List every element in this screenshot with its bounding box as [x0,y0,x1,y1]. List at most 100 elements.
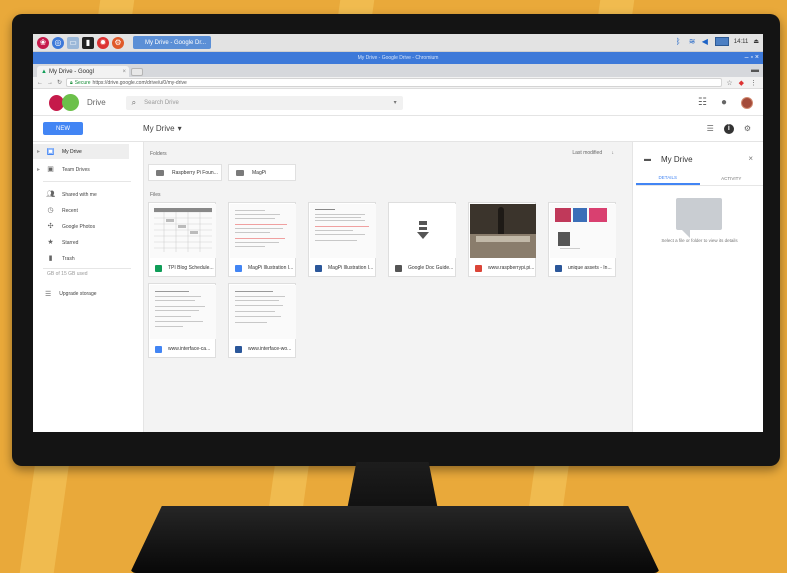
breadcrumb[interactable]: My Drive ▾ [143,124,182,133]
sidebar-item-trash[interactable]: ▮ Trash [33,251,129,266]
file-card[interactable]: www.interface-ca... [148,283,216,358]
sort-arrow-icon: ↓ [611,150,615,156]
sidebar-item-label: Recent [62,207,78,214]
tab-details[interactable]: DETAILS [636,172,700,185]
forward-icon[interactable]: → [47,80,53,86]
word-icon [235,345,242,353]
team-drives-icon: ▣ [47,166,54,173]
file-name: www.interface-wo... [248,346,292,352]
wifi-icon[interactable]: ≋ [689,37,697,46]
apps-grid-icon[interactable]: ☷ [698,97,707,108]
monitor-screen: ❀ ◎ ▭ ▮ ✹ ⚙ My Drive - Google Dr... ᛒ ≋ … [33,34,763,432]
folder-name: Raspberry Pi Foun... [172,169,218,176]
folder-item[interactable]: MagPi [228,164,296,181]
taskbar-window-button[interactable]: My Drive - Google Dr... [133,36,211,49]
file-thumbnail [230,285,296,339]
folder-item[interactable]: Raspberry Pi Foun... [148,164,222,181]
view-actions: ☰ i ⚙ [707,123,751,134]
file-label: unique assets - In... [549,259,617,277]
sidebar-item-photos[interactable]: ✣ Google Photos [33,219,129,234]
new-tab-button[interactable] [131,68,143,76]
file-thumbnail [310,204,376,258]
back-icon[interactable]: ← [37,80,43,86]
clock-icon: ◷ [47,207,54,214]
drive-folder-icon: ▬ [644,156,651,163]
file-thumbnail [550,204,616,258]
new-button[interactable]: NEW [43,122,83,135]
window-controls[interactable]: – ▫ × [745,52,759,64]
reload-icon[interactable]: ↻ [57,79,62,86]
search-options-icon[interactable]: ▾ [394,99,397,106]
location-label: My Drive [143,124,175,133]
file-card[interactable]: TPI Blog Schedule... [148,202,216,277]
tab-activity[interactable]: ACTIVITY [700,172,764,185]
trash-icon: ▮ [48,255,53,262]
file-label: MagPi Illustration I... [229,259,297,277]
sidebar-item-recent[interactable]: ◷ Recent [33,203,129,218]
raspberry-menu-icon[interactable]: ❀ [37,36,49,49]
expand-arrow-icon[interactable]: ▸ [37,166,40,173]
os-taskbar: ❀ ◎ ▭ ▮ ✹ ⚙ My Drive - Google Dr... ᛒ ≋ … [33,34,763,52]
browser-launcher-icon[interactable]: ◎ [52,36,64,49]
eject-icon[interactable]: ⏏ [753,38,759,45]
close-tab-icon[interactable]: × [122,69,126,75]
url-field[interactable]: 🔒︎ Secure https://drive.google.com/drive… [66,78,723,87]
drive-toolbar: NEW My Drive ▾ ☰ i ⚙ [33,116,763,142]
file-manager-icon[interactable]: ▭ [67,36,79,49]
file-name: unique assets - In... [568,265,612,271]
window-title: My Drive - Google Drive - Chromium [357,55,439,61]
lock-icon: 🔒︎ [70,79,73,86]
sort-dropdown[interactable]: Last modified ↓ [572,150,614,156]
search-icon: ⌕ [131,97,137,107]
avatar[interactable] [741,96,753,109]
docs-icon [235,264,242,272]
wolfram-icon[interactable]: ⚙ [112,36,124,49]
spreadsheet-preview [154,208,212,252]
file-browser: Folders Last modified ↓ Raspberry Pi Fou… [143,142,633,432]
settings-gear-icon[interactable]: ⚙ [744,124,751,133]
expand-arrow-icon[interactable]: ▸ [37,148,40,155]
details-tabs: DETAILS ACTIVITY [636,172,763,186]
file-card[interactable]: MagPi Illustration I... [228,202,296,277]
sidebar-item-my-drive[interactable]: ▸ ▣ My Drive [33,144,129,159]
search-input[interactable]: ⌕ Search Drive ▾ [125,95,403,110]
system-tray: ᛒ ≋ ◀ 14:11 ⏏ [676,37,759,46]
docs-icon [155,345,162,353]
chrome-menu-icon[interactable]: ⋮ [750,79,757,87]
sidebar-item-shared[interactable]: 👥︎ Shared with me [33,187,129,202]
browser-toolbar: ☆ ◆ ⋮ [726,79,763,87]
sort-label: Last modified [572,150,603,156]
download-icon [417,221,429,239]
app-name: Drive [87,98,106,107]
empty-state-message: Select a file or folder to view its deta… [661,238,738,243]
file-card[interactable]: Google Doc Guide... [388,202,456,277]
extension-icon[interactable]: ◆ [739,79,744,87]
info-icon[interactable]: i [723,123,734,134]
terminal-icon[interactable]: ▮ [82,36,94,49]
file-name: MagPi Illustration I... [248,265,294,271]
volume-icon[interactable]: ◀ [702,37,710,46]
list-view-icon[interactable]: ☰ [707,124,714,133]
mathematica-icon[interactable]: ✹ [97,36,109,49]
raspberry-pi-logo[interactable] [49,93,79,113]
drive-header: Drive ⌕ Search Drive ▾ ☷ ● [33,90,763,116]
sidebar-item-starred[interactable]: ★ Starred [33,235,129,250]
sidebar-item-team-drives[interactable]: ▸ ▣ Team Drives [33,162,129,177]
sheets-icon [155,264,162,272]
notifications-icon[interactable]: ● [721,97,727,108]
bluetooth-icon[interactable]: ᛒ [676,37,684,46]
file-name: MagPi Illustration I... [328,265,374,271]
close-icon[interactable]: × [748,154,753,163]
window-titlebar: My Drive - Google Drive - Chromium – ▫ × [33,52,763,64]
file-card[interactable]: unique assets - In... [548,202,616,277]
window-menu-icon[interactable]: ▬ [751,65,759,74]
file-card[interactable]: www.raspberrypi.pi... [468,202,536,277]
file-thumbnail [150,204,216,258]
star-bookmark-icon[interactable]: ☆ [726,79,732,87]
file-card[interactable]: MagPi Illustration I... [308,202,376,277]
browser-tab[interactable]: ▲ My Drive - Googl × [37,66,129,77]
upgrade-storage-link[interactable]: ☰ Upgrade storage [45,290,97,298]
photo-preview [470,204,536,258]
secure-label: Secure [74,79,91,86]
file-card[interactable]: www.interface-wo... [228,283,296,358]
